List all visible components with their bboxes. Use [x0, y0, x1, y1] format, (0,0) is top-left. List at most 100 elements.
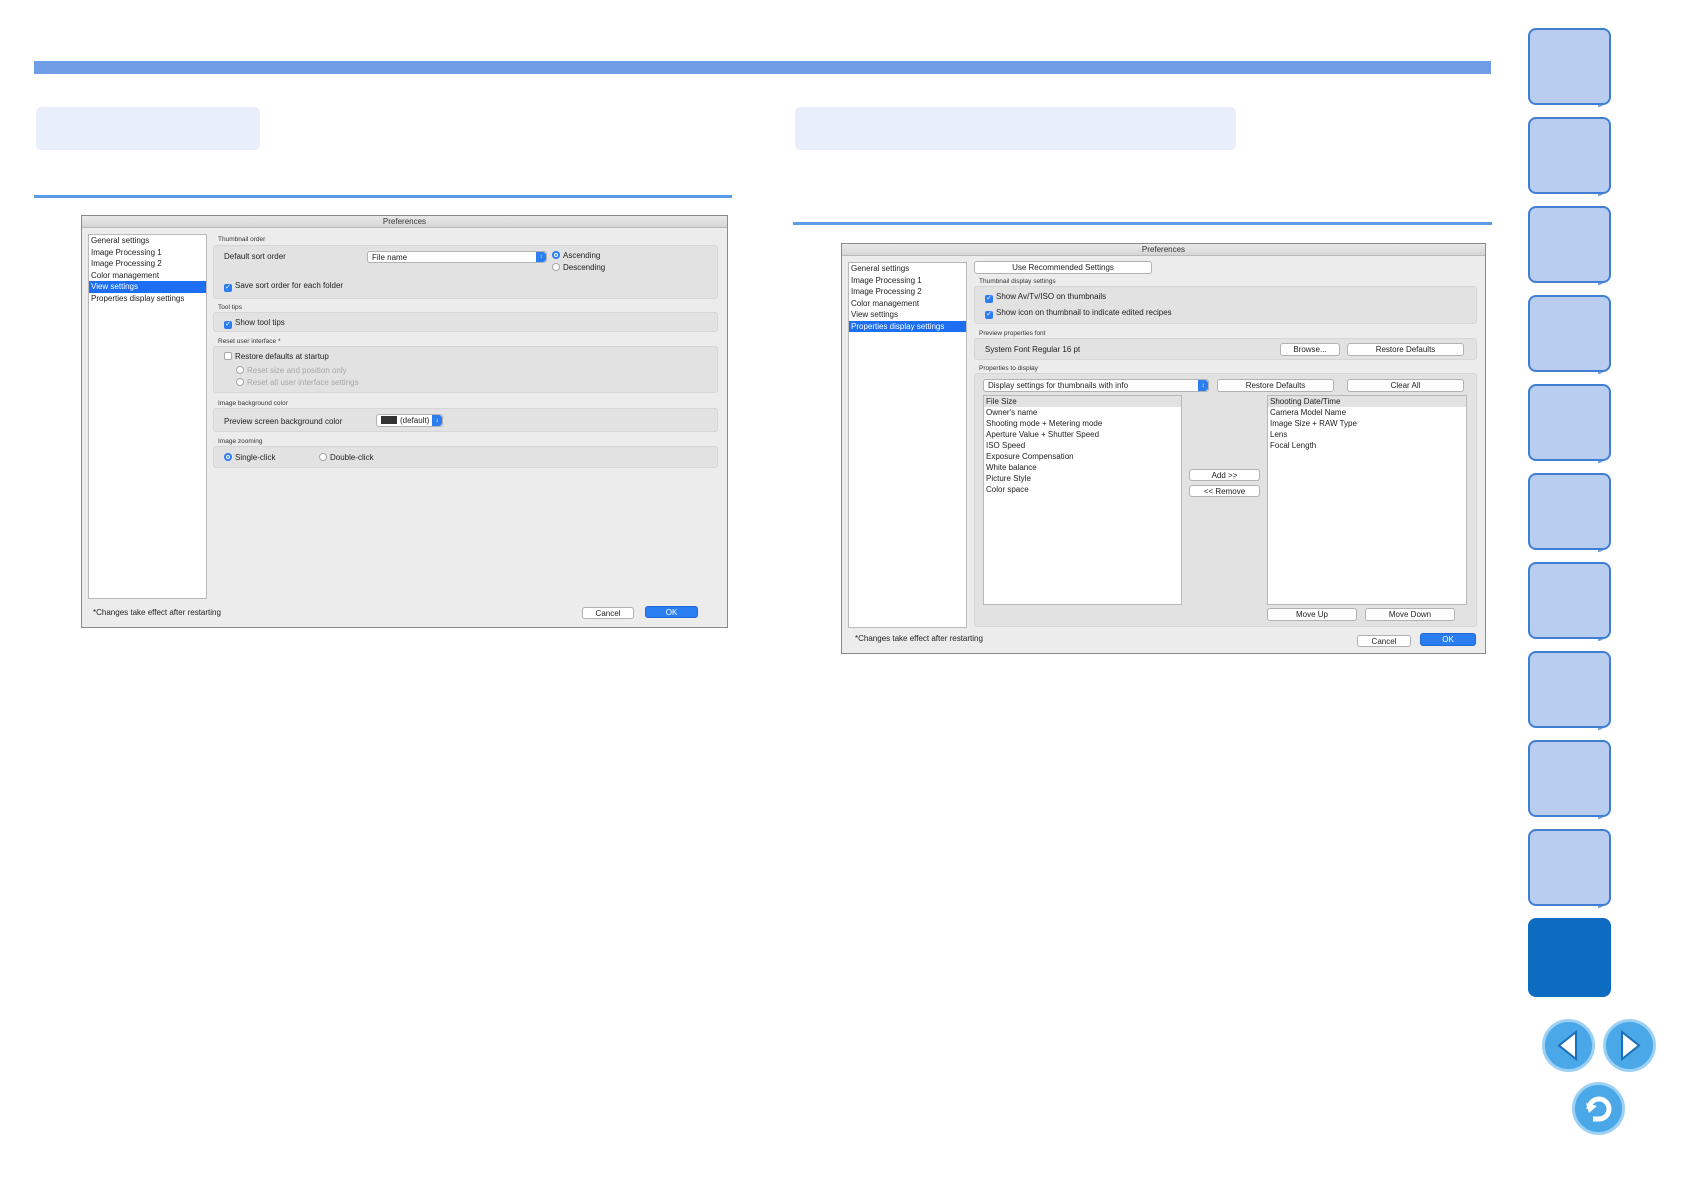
- bg-color-label: Preview screen background color: [224, 417, 343, 426]
- properties-dropdown[interactable]: Display settings for thumbnails with inf…: [983, 379, 1209, 392]
- chapter-tab-10[interactable]: [1528, 829, 1611, 906]
- restore-defaults-checkbox[interactable]: Restore defaults at startup: [224, 352, 329, 361]
- list-item[interactable]: Camera Model Name: [1268, 407, 1466, 418]
- remove-button[interactable]: << Remove: [1189, 485, 1260, 497]
- sidebar-item-properties-display[interactable]: Properties display settings: [89, 293, 206, 305]
- sidebar-item-color-management[interactable]: Color management: [849, 298, 966, 310]
- radio-icon: [236, 378, 244, 386]
- chapter-tab-active[interactable]: [1528, 918, 1611, 997]
- radio-selected-icon: [224, 453, 232, 461]
- ok-button[interactable]: OK: [1420, 633, 1476, 646]
- list-item[interactable]: Owner's name: [984, 407, 1181, 418]
- list-item[interactable]: White balance: [984, 462, 1181, 473]
- sidebar-item-view-settings[interactable]: View settings: [849, 309, 966, 321]
- bg-color-value: (default): [400, 416, 430, 425]
- footer-note: *Changes take effect after restarting: [855, 634, 983, 643]
- footer-note: *Changes take effect after restarting: [93, 608, 221, 617]
- window-title: Preferences: [82, 216, 727, 228]
- list-item[interactable]: ISO Speed: [984, 440, 1181, 451]
- show-av-tv-iso-checkbox[interactable]: ✓ Show Av/Tv/ISO on thumbnails: [985, 292, 1106, 303]
- chapter-tab-5[interactable]: [1528, 384, 1611, 461]
- list-item[interactable]: Aperture Value + Shutter Speed: [984, 429, 1181, 440]
- properties-group: Display settings for thumbnails with inf…: [974, 373, 1477, 627]
- use-recommended-button[interactable]: Use Recommended Settings: [974, 261, 1152, 274]
- save-sort-order-label: Save sort order for each folder: [235, 281, 344, 290]
- window-title: Preferences: [842, 244, 1485, 256]
- chapter-tab-8[interactable]: [1528, 651, 1611, 728]
- reset-size-radio[interactable]: Reset size and position only: [236, 366, 347, 375]
- list-item[interactable]: Shooting mode + Metering mode: [984, 418, 1181, 429]
- thumbnail-display-heading: Thumbnail display settings: [979, 278, 1056, 285]
- ok-button[interactable]: OK: [645, 606, 698, 618]
- sidebar-item-image-processing-2[interactable]: Image Processing 2: [849, 286, 966, 298]
- clear-all-button[interactable]: Clear All: [1347, 379, 1464, 392]
- bg-color-heading: Image background color: [218, 400, 288, 407]
- sort-order-dropdown[interactable]: File name ↕: [367, 251, 547, 263]
- restore-font-defaults-button[interactable]: Restore Defaults: [1347, 343, 1464, 356]
- save-sort-order-checkbox[interactable]: ✓ Save sort order for each folder: [224, 281, 343, 292]
- right-section-rule: [793, 222, 1492, 225]
- list-item[interactable]: Shooting Date/Time: [1268, 396, 1466, 407]
- available-properties-list[interactable]: File Size Owner's name Shooting mode + M…: [983, 395, 1182, 605]
- chapter-tab-9[interactable]: [1528, 740, 1611, 817]
- reset-all-radio[interactable]: Reset all user interface settings: [236, 378, 359, 387]
- sidebar-item-properties-display[interactable]: Properties display settings: [849, 320, 966, 332]
- ascending-radio[interactable]: Ascending: [552, 251, 600, 260]
- radio-selected-icon: [552, 251, 560, 259]
- double-click-radio[interactable]: Double-click: [319, 453, 374, 462]
- descending-radio[interactable]: Descending: [552, 263, 605, 272]
- thumbnail-order-heading: Thumbnail order: [218, 236, 266, 243]
- preferences-sidebar: General settings Image Processing 1 Imag…: [88, 234, 207, 599]
- radio-icon: [236, 366, 244, 374]
- double-click-label: Double-click: [330, 453, 374, 462]
- sidebar-item-image-processing-1[interactable]: Image Processing 1: [849, 275, 966, 287]
- checkmark-icon: ✓: [985, 295, 993, 303]
- forward-arrow-icon[interactable]: [1603, 1019, 1656, 1072]
- add-button[interactable]: Add >>: [1189, 469, 1260, 481]
- sidebar-item-view-settings[interactable]: View settings: [89, 281, 206, 293]
- list-item[interactable]: Focal Length: [1268, 440, 1466, 451]
- default-sort-label: Default sort order: [224, 252, 286, 261]
- list-item[interactable]: Color space: [984, 484, 1181, 495]
- chapter-tab-3[interactable]: [1528, 206, 1611, 283]
- preview-font-heading: Preview properties font: [979, 330, 1046, 337]
- tool-tips-heading: Tool tips: [218, 304, 242, 311]
- cancel-button[interactable]: Cancel: [582, 607, 634, 619]
- move-down-button[interactable]: Move Down: [1365, 608, 1455, 621]
- browse-button[interactable]: Browse...: [1280, 343, 1340, 356]
- move-up-button[interactable]: Move Up: [1267, 608, 1357, 621]
- sidebar-item-general[interactable]: General settings: [89, 235, 206, 247]
- checkmark-icon: ✓: [224, 284, 232, 292]
- reset-size-label: Reset size and position only: [247, 366, 347, 375]
- show-tool-tips-checkbox[interactable]: ✓ Show tool tips: [224, 318, 285, 329]
- back-arrow-icon[interactable]: [1542, 1019, 1595, 1072]
- list-item[interactable]: Lens: [1268, 429, 1466, 440]
- checkmark-icon: ✓: [985, 311, 993, 319]
- selected-properties-list[interactable]: Shooting Date/Time Camera Model Name Ima…: [1267, 395, 1467, 605]
- preferences-sidebar: General settings Image Processing 1 Imag…: [848, 262, 967, 628]
- single-click-radio[interactable]: Single-click: [224, 453, 275, 462]
- sidebar-item-general[interactable]: General settings: [849, 263, 966, 275]
- return-icon[interactable]: [1572, 1082, 1625, 1135]
- sidebar-item-image-processing-2[interactable]: Image Processing 2: [89, 258, 206, 270]
- chapter-tab-2[interactable]: [1528, 117, 1611, 194]
- show-edited-icon-label: Show icon on thumbnail to indicate edite…: [996, 308, 1172, 317]
- list-item[interactable]: Exposure Compensation: [984, 451, 1181, 462]
- bg-color-dropdown[interactable]: (default) ↕: [376, 414, 443, 427]
- restore-properties-defaults-button[interactable]: Restore Defaults: [1217, 379, 1334, 392]
- sidebar-item-color-management[interactable]: Color management: [89, 270, 206, 282]
- sidebar-item-image-processing-1[interactable]: Image Processing 1: [89, 247, 206, 259]
- list-item[interactable]: Image Size + RAW Type: [1268, 418, 1466, 429]
- chapter-tab-7[interactable]: [1528, 562, 1611, 639]
- chapter-tab-4[interactable]: [1528, 295, 1611, 372]
- list-item[interactable]: File Size: [984, 396, 1181, 407]
- checkmark-icon: ✓: [224, 321, 232, 329]
- list-item[interactable]: Picture Style: [984, 473, 1181, 484]
- cancel-button[interactable]: Cancel: [1357, 635, 1411, 647]
- chapter-tab-6[interactable]: [1528, 473, 1611, 550]
- show-edited-icon-checkbox[interactable]: ✓ Show icon on thumbnail to indicate edit…: [985, 308, 1172, 319]
- descending-label: Descending: [563, 263, 606, 272]
- tool-tips-group: ✓ Show tool tips: [213, 312, 718, 332]
- chapter-tab-1[interactable]: [1528, 28, 1611, 105]
- top-color-bar: [34, 61, 1491, 74]
